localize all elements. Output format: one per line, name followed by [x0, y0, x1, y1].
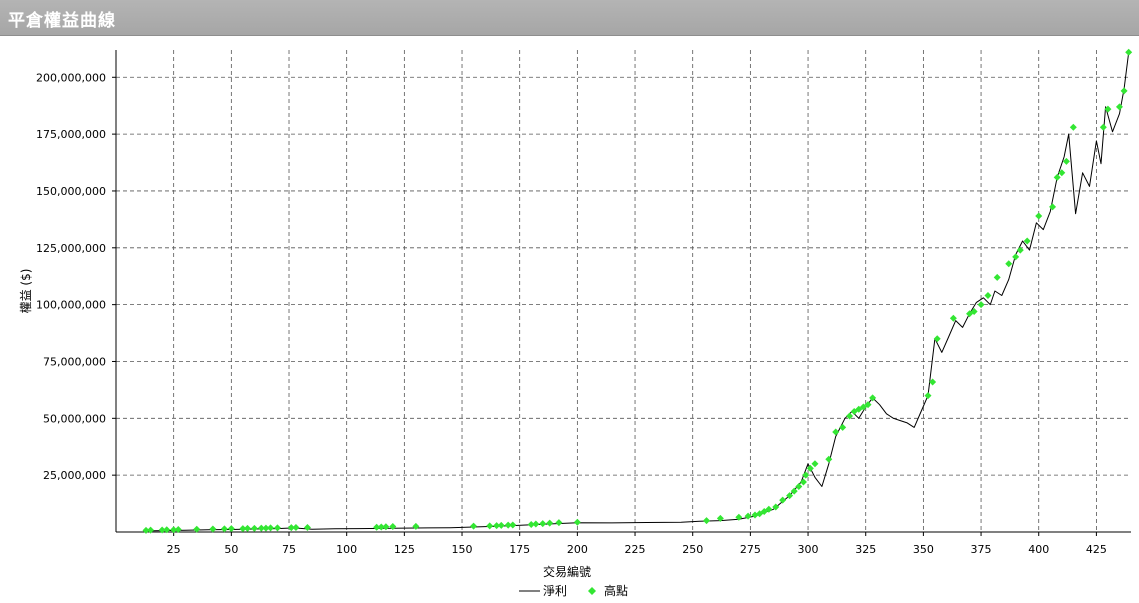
high-point-marker	[220, 525, 228, 533]
x-tick-labels: 25 50 75 100 125 150 175 200 225 250 275 300 325 350 3…	[167, 543, 1107, 556]
x-tick-label: 275	[740, 543, 761, 556]
high-point-marker	[993, 273, 1001, 281]
high-point-marker	[703, 517, 711, 525]
high-point-marker	[1005, 260, 1013, 268]
x-tick-label: 350	[913, 543, 934, 556]
high-point-marker	[832, 428, 840, 436]
high-point-marker	[1012, 253, 1020, 261]
high-point-marker	[795, 483, 803, 491]
y-tick-label: 75,000,000	[43, 355, 106, 368]
x-tick-label: 200	[567, 543, 588, 556]
x-tick-label: 300	[798, 543, 819, 556]
high-point-marker	[573, 518, 581, 526]
x-axis-title: 交易編號	[543, 564, 591, 579]
x-tick-label: 225	[625, 543, 646, 556]
high-point-marker	[984, 292, 992, 300]
high-point-marker	[1115, 103, 1123, 111]
high-point-marker	[532, 520, 540, 528]
high-point-marker	[1099, 123, 1107, 131]
axes	[112, 50, 1131, 536]
high-point-marker	[303, 523, 311, 531]
x-tick-label: 375	[971, 543, 992, 556]
high-point-marker	[977, 301, 985, 309]
x-tick-label: 425	[1086, 543, 1107, 556]
high-point-marker	[243, 524, 251, 532]
high-point-marker	[924, 392, 932, 400]
high-point-marker	[555, 519, 563, 527]
high-point-marker	[1125, 48, 1133, 56]
x-tick-label: 250	[682, 543, 703, 556]
legend: 淨利 高點	[519, 583, 628, 598]
x-tick-label: 75	[282, 543, 296, 556]
high-point-marker	[1062, 157, 1070, 165]
high-point-marker	[273, 524, 281, 532]
x-tick-label: 150	[452, 543, 473, 556]
x-tick-label: 400	[1028, 543, 1049, 556]
x-tick-label: 25	[167, 543, 181, 556]
high-point-marker	[389, 523, 397, 531]
grid	[116, 50, 1131, 532]
high-point-marker	[1049, 203, 1057, 211]
equity-chart: 25,000,000 50,000,000 75,000,000 100,000,00…	[19, 48, 1133, 598]
legend-marker-swatch	[588, 587, 596, 595]
x-tick-label: 100	[336, 543, 357, 556]
high-point-marker	[539, 520, 547, 528]
high-point-marker	[811, 460, 819, 468]
x-tick-label: 50	[224, 543, 238, 556]
high-point-marker	[497, 521, 505, 529]
high-point-marker	[292, 523, 300, 531]
y-tick-labels: 25,000,000 50,000,000 75,000,000 100,000,00…	[36, 71, 106, 482]
high-point-marker	[1120, 87, 1128, 95]
high-point-marker	[546, 519, 554, 527]
high-point-marker	[209, 525, 217, 533]
high-point-marker	[509, 521, 517, 529]
y-tick-label: 150,000,000	[36, 185, 106, 198]
legend-label-net-profit: 淨利	[543, 584, 567, 598]
high-point-marker	[839, 423, 847, 431]
y-tick-label: 175,000,000	[36, 128, 106, 141]
x-tick-label: 125	[394, 543, 415, 556]
y-axis-title: 權益 ($)	[19, 269, 33, 314]
high-point-marker	[1069, 123, 1077, 131]
y-tick-label: 100,000,000	[36, 299, 106, 312]
x-tick-label: 175	[509, 543, 530, 556]
high-point-marker	[382, 523, 390, 531]
high-point-marker	[825, 455, 833, 463]
high-point-marker	[267, 524, 275, 532]
high-point-markers	[142, 48, 1133, 534]
high-point-marker	[1035, 212, 1043, 220]
high-point-marker	[412, 522, 420, 530]
high-point-marker	[227, 525, 235, 533]
y-tick-label: 125,000,000	[36, 242, 106, 255]
high-point-marker	[470, 522, 478, 530]
legend-label-high-point: 高點	[604, 583, 628, 598]
high-point-marker	[779, 496, 787, 504]
y-tick-label: 200,000,000	[36, 71, 106, 84]
high-point-marker	[1053, 173, 1061, 181]
y-tick-label: 50,000,000	[43, 412, 106, 425]
high-point-marker	[147, 526, 155, 534]
high-point-marker	[250, 524, 258, 532]
high-point-marker	[486, 522, 494, 530]
high-point-marker	[799, 478, 807, 486]
x-tick-label: 325	[855, 543, 876, 556]
y-tick-label: 25,000,000	[43, 469, 106, 482]
